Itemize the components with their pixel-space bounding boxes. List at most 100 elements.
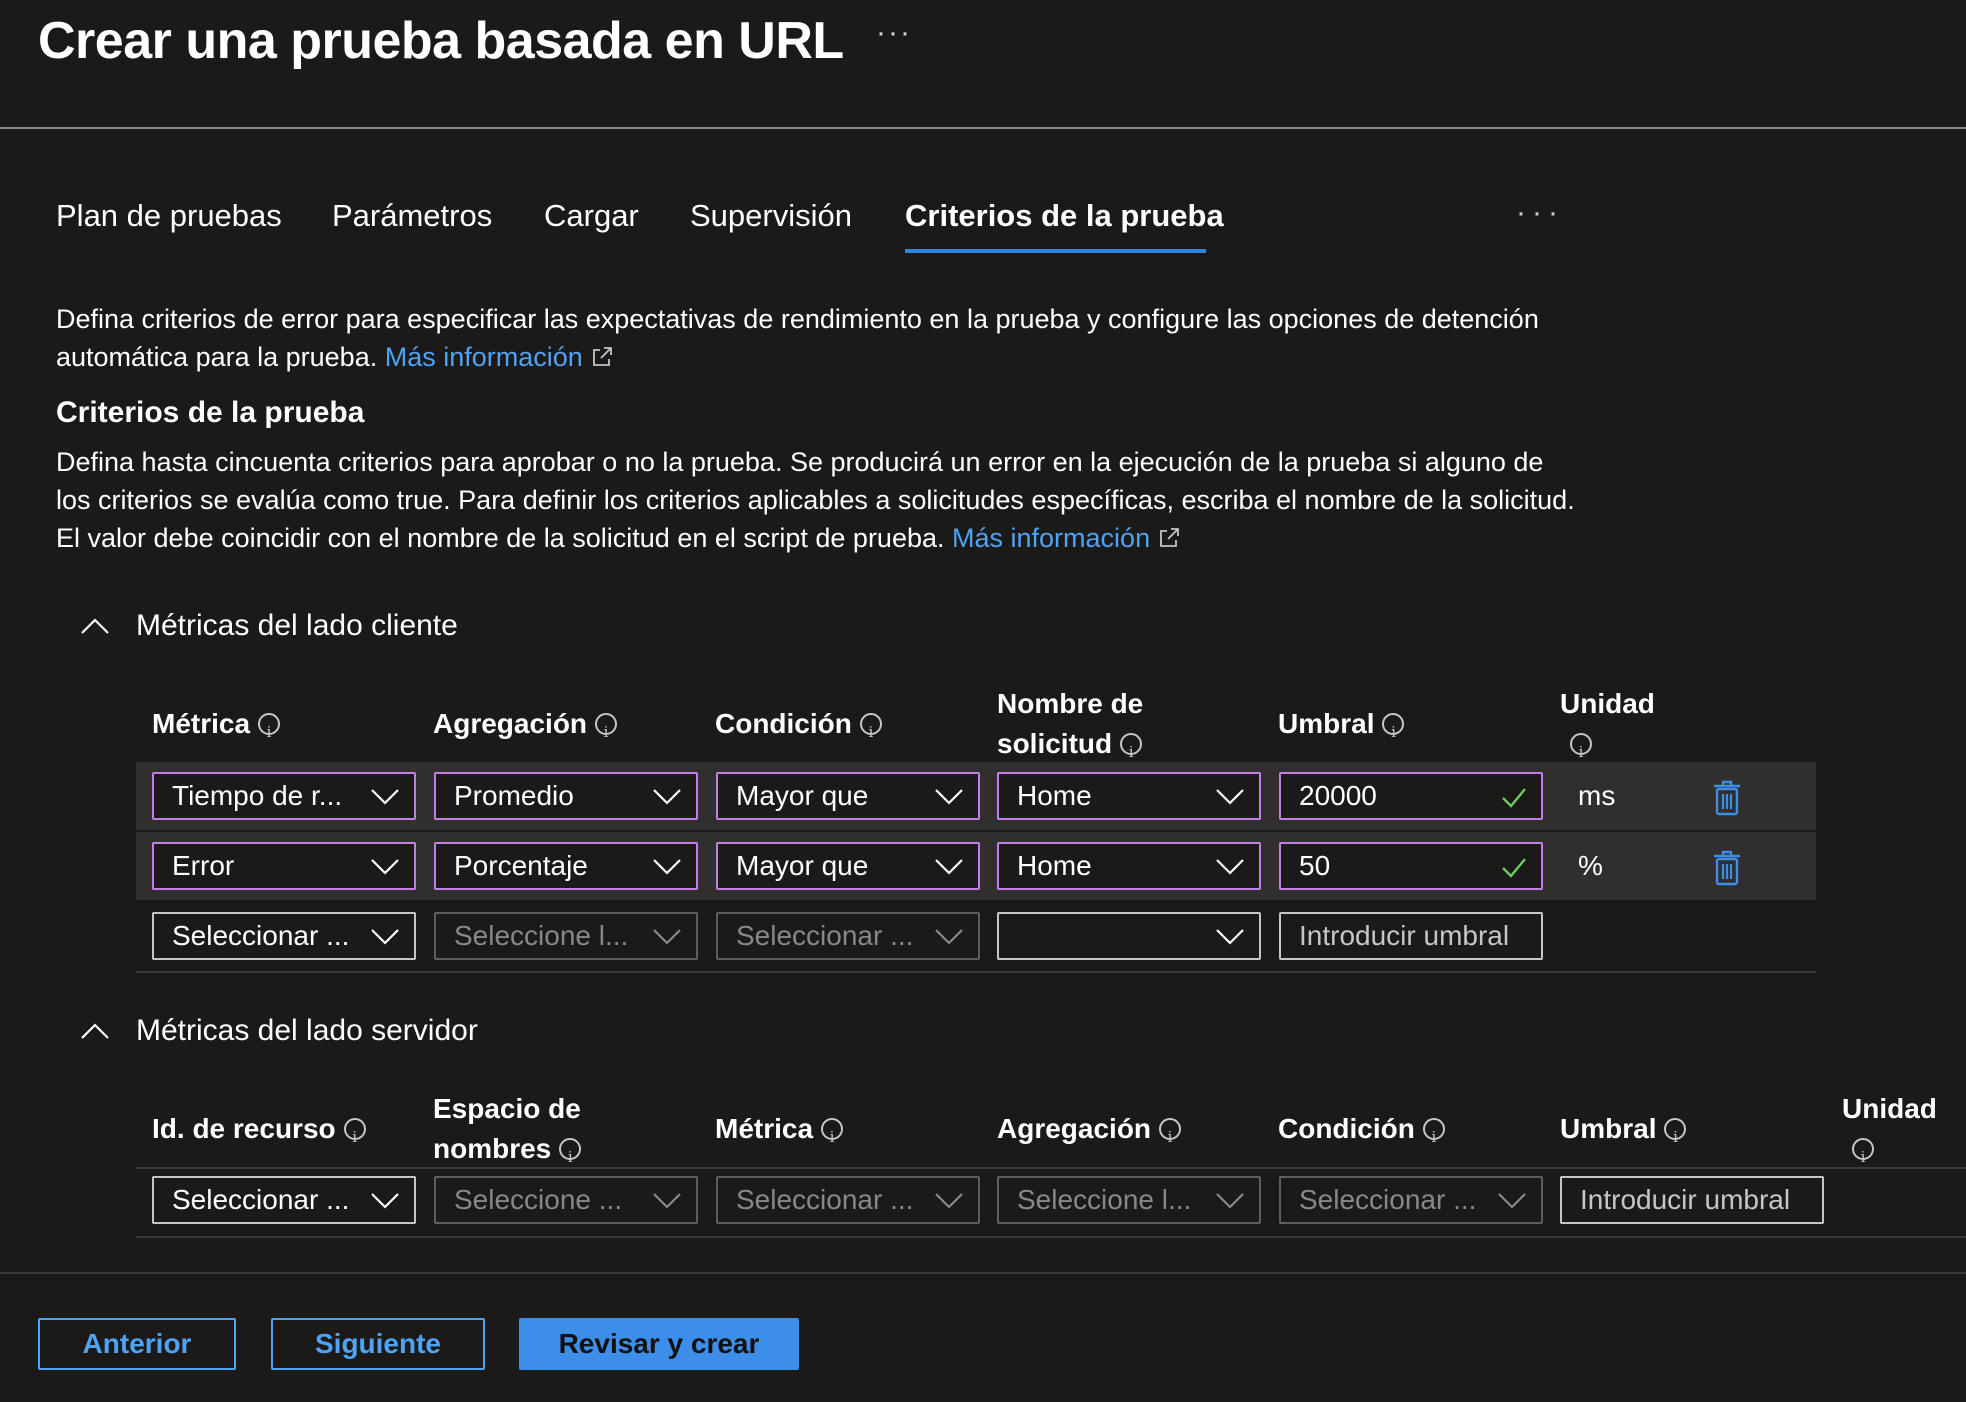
external-link-icon	[1160, 528, 1179, 547]
col-server-threshold-header: Umbral	[1560, 1109, 1687, 1157]
server-aggregation-select[interactable]: Seleccione l...	[997, 1176, 1261, 1224]
footer-divider	[0, 1272, 1966, 1274]
criteria-heading: Criterios de la prueba	[56, 396, 365, 429]
col-server-metric-header: Métrica	[715, 1109, 844, 1157]
new-request-name-select[interactable]	[997, 912, 1261, 960]
col-condition-header: Condición	[715, 704, 882, 752]
chevron-down-icon	[371, 859, 399, 875]
intro-text: Defina criterios de error para especific…	[56, 300, 1576, 376]
metric-select[interactable]: Tiempo de r...	[152, 772, 416, 820]
col-condition-label: Condición	[715, 708, 852, 739]
new-threshold-input[interactable]: Introducir umbral	[1279, 912, 1543, 960]
tab-plan-de-pruebas[interactable]: Plan de pruebas	[56, 196, 282, 236]
threshold-input[interactable]: 50	[1279, 842, 1543, 890]
col-metric-label: Métrica	[152, 708, 251, 739]
tab-parametros[interactable]: Parámetros	[332, 196, 492, 236]
learn-more-link[interactable]: Más información	[385, 342, 613, 372]
threshold-input[interactable]: 20000	[1279, 772, 1543, 820]
col-server-unit-label: Unidad	[1842, 1093, 1937, 1124]
tab-supervision[interactable]: Supervisión	[690, 196, 852, 236]
col-namespace-label-2: nombres	[433, 1133, 552, 1164]
col-namespace-header: Espacio de nombres	[433, 1089, 582, 1177]
info-icon[interactable]	[1159, 1117, 1182, 1157]
info-icon[interactable]	[1570, 732, 1592, 772]
col-unit-label: Unidad	[1560, 688, 1655, 719]
info-icon[interactable]	[1120, 732, 1143, 772]
new-condition-select[interactable]: Seleccionar ...	[716, 912, 980, 960]
info-icon[interactable]	[821, 1117, 844, 1157]
more-options-icon[interactable]: ···	[876, 16, 912, 50]
server-condition-select[interactable]: Seleccionar ...	[1279, 1176, 1543, 1224]
col-namespace-label-1: Espacio de	[433, 1093, 581, 1124]
col-threshold-header: Umbral	[1278, 704, 1405, 752]
server-metrics-section-toggle[interactable]: Métricas del lado servidor	[80, 1011, 478, 1051]
chevron-down-icon	[653, 859, 681, 875]
col-aggregation-header: Agregación	[433, 704, 618, 752]
condition-select[interactable]: Mayor que	[716, 772, 980, 820]
metric-select[interactable]: Error	[152, 842, 416, 890]
new-metric-select[interactable]: Seleccionar ...	[152, 912, 416, 960]
delete-icon[interactable]	[1712, 850, 1742, 886]
chevron-down-icon	[935, 859, 963, 875]
chevron-up-icon	[81, 1023, 109, 1039]
delete-icon[interactable]	[1712, 780, 1742, 816]
active-tab-indicator	[905, 249, 1206, 253]
server-metrics-title: Métricas del lado servidor	[136, 1014, 478, 1047]
table-divider	[136, 1167, 1966, 1169]
info-icon[interactable]	[559, 1137, 582, 1177]
chevron-down-icon	[371, 1193, 399, 1209]
previous-button[interactable]: Anterior	[38, 1318, 236, 1370]
col-request-label-1: Nombre de	[997, 688, 1144, 719]
page-title: Crear una prueba basada en URL	[38, 12, 844, 70]
info-icon[interactable]	[1664, 1117, 1687, 1157]
chevron-down-icon	[371, 789, 399, 805]
info-icon[interactable]	[258, 712, 281, 752]
col-server-metric-label: Métrica	[715, 1113, 814, 1144]
info-icon[interactable]	[1422, 1117, 1445, 1157]
next-button[interactable]: Siguiente	[271, 1318, 485, 1370]
chevron-down-icon	[371, 929, 399, 945]
col-server-threshold-label: Umbral	[1560, 1113, 1657, 1144]
chevron-down-icon	[1216, 1193, 1244, 1209]
resource-select[interactable]: Seleccionar ...	[152, 1176, 416, 1224]
info-icon[interactable]	[1382, 712, 1405, 752]
chevron-up-icon	[81, 618, 109, 634]
review-create-button[interactable]: Revisar y crear	[519, 1318, 799, 1370]
learn-more-link-label: Más información	[384, 342, 583, 372]
table-divider	[136, 971, 1816, 973]
checkmark-icon	[1502, 788, 1526, 808]
new-aggregation-select[interactable]: Seleccione l...	[434, 912, 698, 960]
chevron-down-icon	[653, 929, 681, 945]
criteria-learn-more-link[interactable]: Más información	[952, 523, 1180, 553]
col-resource-header: Id. de recurso	[152, 1109, 366, 1157]
chevron-down-icon	[935, 929, 963, 945]
aggregation-select[interactable]: Promedio	[434, 772, 698, 820]
info-icon[interactable]	[343, 1117, 366, 1157]
namespace-select[interactable]: Seleccione ...	[434, 1176, 698, 1224]
col-metric-header: Métrica	[152, 704, 281, 752]
server-threshold-input[interactable]: Introducir umbral	[1560, 1176, 1824, 1224]
condition-select[interactable]: Mayor que	[716, 842, 980, 890]
request-name-select[interactable]: Home	[997, 842, 1261, 890]
col-unit-header: Unidad	[1560, 684, 1655, 772]
criteria-description: Defina hasta cincuenta criterios para ap…	[56, 447, 1575, 553]
col-aggregation-label: Agregación	[433, 708, 588, 739]
server-metric-select[interactable]: Seleccionar ...	[716, 1176, 980, 1224]
client-metrics-section-toggle[interactable]: Métricas del lado cliente	[80, 606, 458, 646]
info-icon[interactable]	[859, 712, 882, 752]
tab-cargar[interactable]: Cargar	[544, 196, 639, 236]
info-icon[interactable]	[1852, 1137, 1874, 1177]
table-divider	[136, 1236, 1966, 1238]
col-server-unit-header: Unidad	[1842, 1089, 1937, 1177]
tabs-overflow-icon[interactable]: ···	[1516, 196, 1564, 230]
request-name-select[interactable]: Home	[997, 772, 1261, 820]
info-icon[interactable]	[595, 712, 618, 752]
criteria-learn-more-label: Más información	[952, 523, 1151, 553]
tab-criterios-de-la-prueba[interactable]: Criterios de la prueba	[905, 196, 1224, 236]
chevron-down-icon	[935, 1193, 963, 1209]
aggregation-select[interactable]: Porcentaje	[434, 842, 698, 890]
header-divider	[0, 127, 1966, 129]
col-server-aggregation-label: Agregación	[997, 1113, 1152, 1144]
chevron-down-icon	[1216, 929, 1244, 945]
chevron-down-icon	[653, 789, 681, 805]
